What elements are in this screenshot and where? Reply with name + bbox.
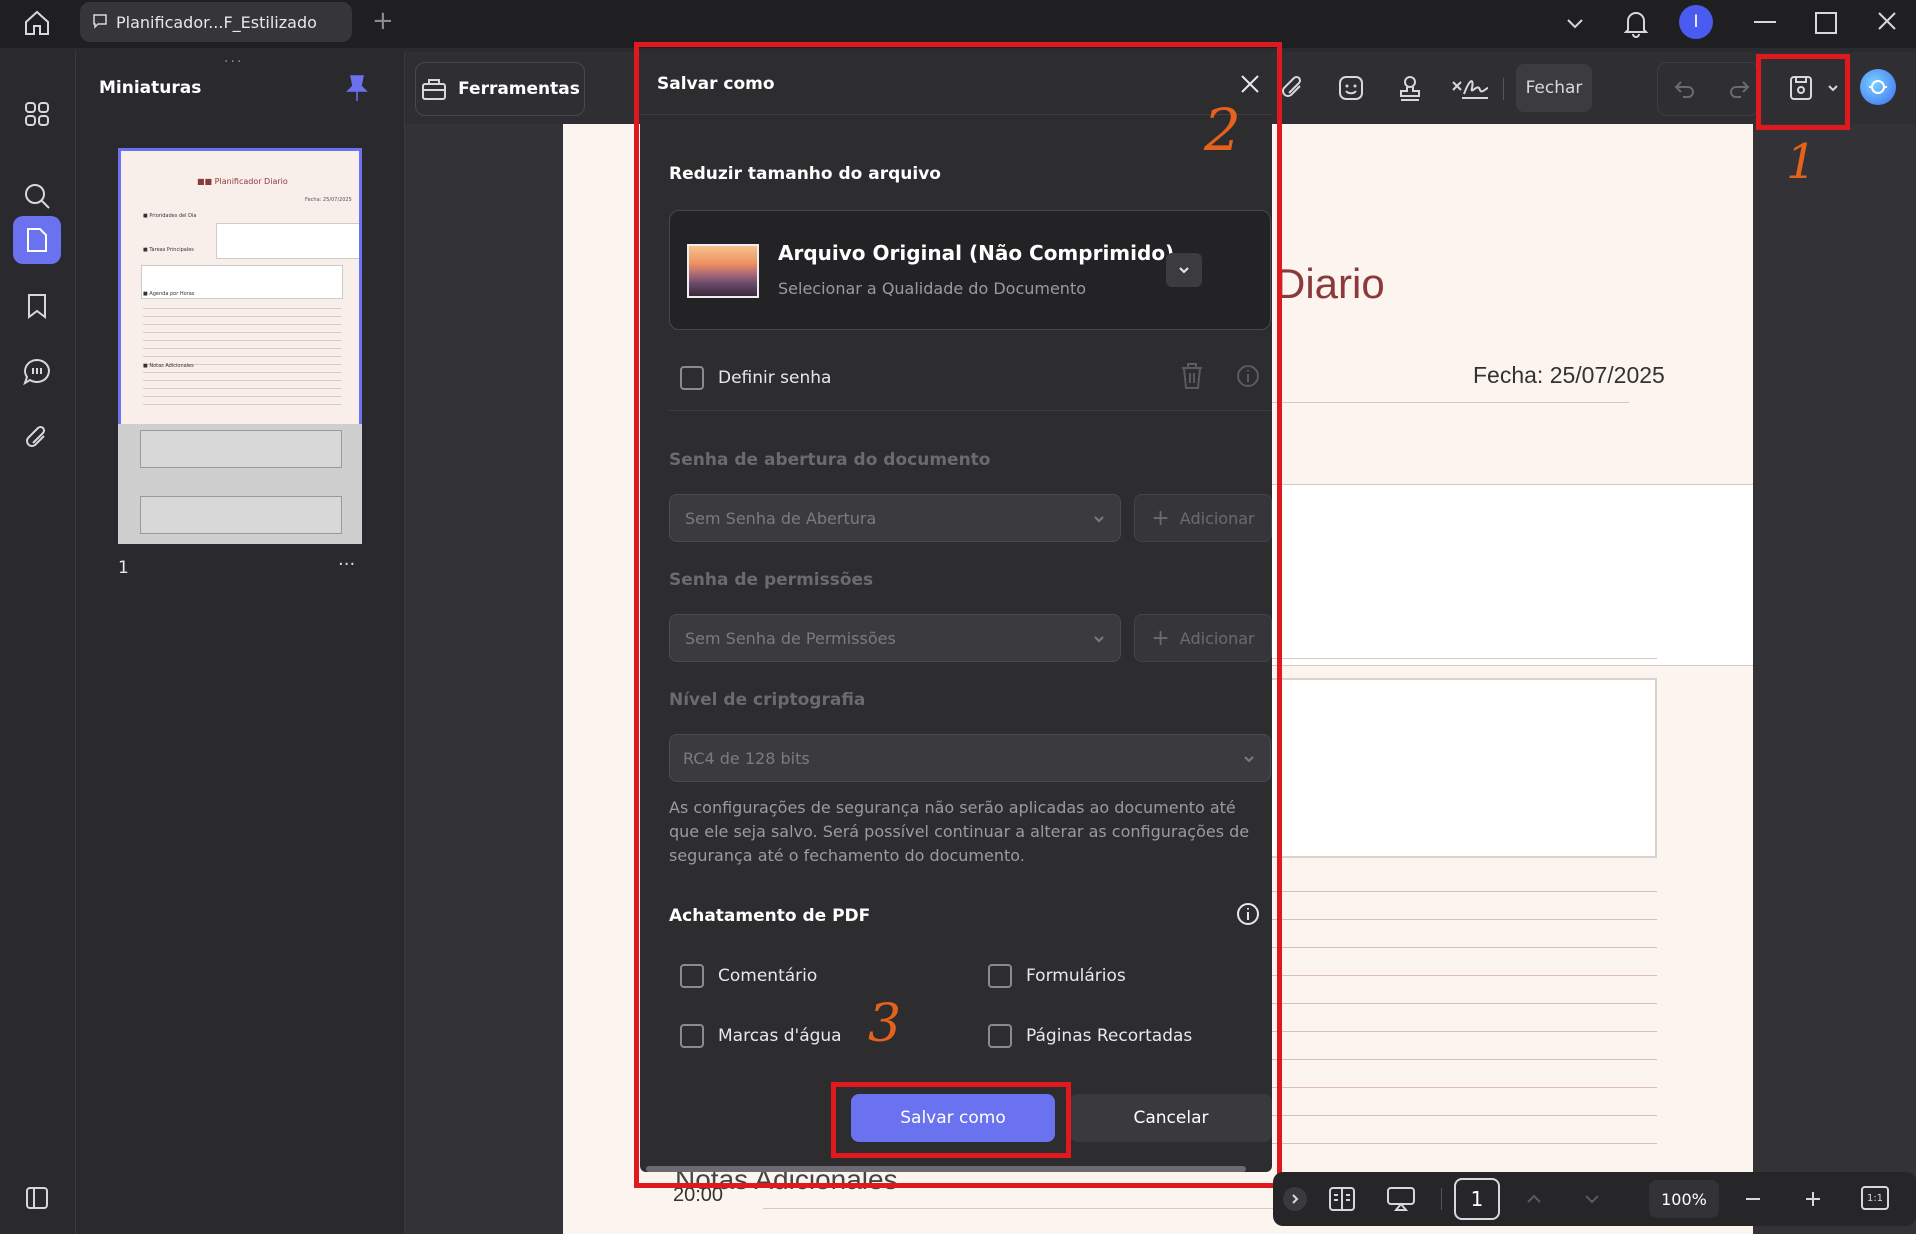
priority-box xyxy=(1263,484,1753,666)
close-tools-button[interactable]: Fechar xyxy=(1516,64,1592,112)
doc-date: Fecha: 25/07/2025 xyxy=(1473,362,1665,388)
expand-icon[interactable] xyxy=(1283,1187,1307,1211)
reading-mode-icon[interactable] xyxy=(1327,1185,1357,1217)
document-tab[interactable]: Planificador...F_Estilizado xyxy=(80,2,352,42)
highlight-save-icon xyxy=(1756,54,1850,130)
step-1-annotation: 1 xyxy=(1786,134,1817,190)
thumbnail-panel: ··· Miniaturas ■■ Planificador Diario Fe… xyxy=(76,52,405,1234)
comment-icon xyxy=(92,13,108,33)
pages-icon[interactable] xyxy=(13,216,61,264)
thumb-lines xyxy=(143,301,341,405)
comments-icon[interactable] xyxy=(13,348,61,396)
highlight-dialog xyxy=(634,42,1282,1188)
thumb-title: ■■ Planificador Diario xyxy=(197,177,288,186)
bell-icon[interactable] xyxy=(1622,8,1650,42)
highlight-save-button xyxy=(831,1082,1071,1158)
zoom-level[interactable]: 100% xyxy=(1649,1180,1719,1218)
doc-title-fragment: Diario xyxy=(1275,260,1385,307)
tasks-box xyxy=(1263,678,1657,858)
home-icon[interactable] xyxy=(22,8,52,42)
drag-handle[interactable]: ··· xyxy=(224,54,243,70)
attachment-icon[interactable] xyxy=(13,414,61,462)
thumb-section-4: ■ Notas Adicionales xyxy=(143,363,194,369)
maximize-icon[interactable] xyxy=(1815,12,1837,34)
thumbnail-lower xyxy=(118,424,362,544)
bottom-bar: 1 100% 1:1 xyxy=(1273,1172,1916,1226)
signature-icon[interactable] xyxy=(1448,70,1492,106)
new-tab-icon[interactable]: + xyxy=(372,6,394,36)
tab-title: Planificador...F_Estilizado xyxy=(116,13,317,32)
sticker-icon[interactable] xyxy=(1333,70,1369,106)
bottom-divider xyxy=(1441,1188,1442,1210)
panel-title: Miniaturas xyxy=(99,78,202,98)
close-tools-label: Fechar xyxy=(1525,78,1583,98)
actual-size-icon[interactable]: 1:1 xyxy=(1861,1186,1889,1210)
close-window-icon[interactable] xyxy=(1876,10,1898,36)
agenda-lines xyxy=(1263,864,1657,1164)
ai-assistant-icon[interactable] xyxy=(1860,69,1896,105)
next-page-icon[interactable] xyxy=(1583,1190,1601,1212)
undo-icon[interactable] xyxy=(1667,70,1703,106)
step-2-annotation: 2 xyxy=(1204,96,1241,164)
toolbar-divider xyxy=(1503,78,1504,100)
chevron-down-icon[interactable] xyxy=(1564,12,1586,38)
thumbnail-more-icon[interactable]: ··· xyxy=(338,554,355,575)
thumb-section-1: ■ Prioridades del Día xyxy=(143,213,197,219)
presentation-icon[interactable] xyxy=(1385,1185,1417,1217)
title-bar: Planificador...F_Estilizado + I xyxy=(0,0,1916,48)
pin-icon[interactable] xyxy=(346,74,368,106)
left-rail xyxy=(0,52,76,1234)
thumb-section-3: ■ Agenda por Horas xyxy=(143,291,195,297)
zoom-in-icon[interactable] xyxy=(1803,1189,1823,1213)
zoom-out-icon[interactable] xyxy=(1743,1189,1763,1213)
sidebar-toggle-icon[interactable] xyxy=(13,1174,61,1222)
apps-icon[interactable] xyxy=(13,90,61,138)
tools-button[interactable]: Ferramentas xyxy=(415,62,585,116)
thumb-section-2: ■ Tareas Principales xyxy=(143,247,194,253)
toolbox-icon xyxy=(422,79,447,100)
previous-page-icon[interactable] xyxy=(1525,1190,1543,1212)
thumb-date: Fecha: 25/07/2025 xyxy=(305,197,352,203)
page-number-input[interactable]: 1 xyxy=(1454,1178,1500,1220)
search-icon[interactable] xyxy=(13,172,61,220)
thumb-box-1 xyxy=(216,223,359,259)
step-3-annotation: 3 xyxy=(868,994,902,1054)
stamp-icon[interactable] xyxy=(1392,70,1428,106)
redo-icon[interactable] xyxy=(1721,70,1757,106)
thumbnail-page-number: 1 xyxy=(118,558,129,578)
bookmark-icon[interactable] xyxy=(13,282,61,330)
minimize-icon[interactable] xyxy=(1754,21,1776,23)
avatar[interactable]: I xyxy=(1679,5,1713,39)
tools-label: Ferramentas xyxy=(458,79,580,99)
